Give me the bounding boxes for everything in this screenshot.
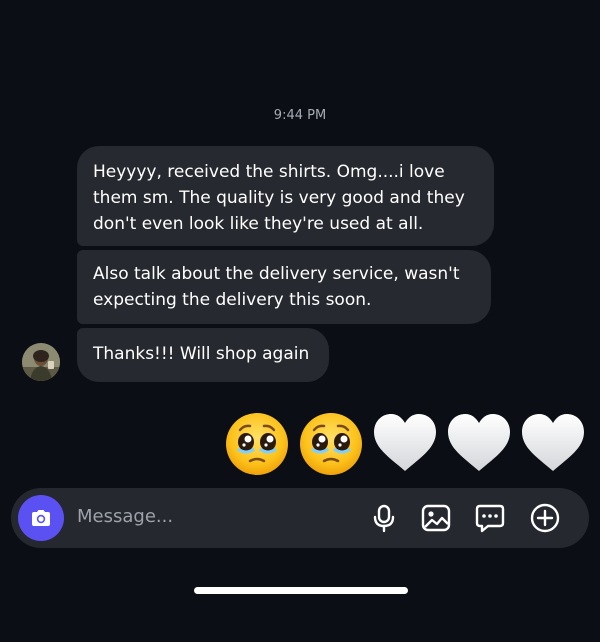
add-icon[interactable]	[529, 502, 561, 534]
message-bubble[interactable]: Thanks!!! Will shop again	[77, 328, 329, 382]
reaction-row[interactable]	[222, 408, 592, 480]
message-bubble[interactable]: Heyyyy, received the shirts. Omg....i lo…	[77, 146, 494, 246]
white-heart-icon	[522, 414, 584, 471]
avatar-photo	[22, 343, 60, 381]
camera-icon	[32, 510, 50, 526]
camera-button[interactable]	[18, 495, 64, 541]
pleading-face-icon	[226, 413, 288, 475]
message-timestamp: 9:44 PM	[273, 108, 327, 123]
microphone-icon[interactable]	[368, 502, 400, 534]
pleading-face-icon	[300, 413, 362, 475]
message-bubble[interactable]: Also talk about the delivery service, wa…	[77, 250, 491, 324]
message-input[interactable]: Message...	[77, 506, 173, 527]
sender-avatar[interactable]	[22, 343, 60, 381]
message-composer: Message...	[11, 488, 589, 548]
gallery-icon[interactable]	[420, 502, 452, 534]
white-heart-icon	[374, 414, 436, 471]
home-indicator[interactable]	[194, 587, 408, 594]
white-heart-icon	[448, 414, 510, 471]
chat-screen: 9:44 PM Heyyyy, received the shirts. Omg…	[0, 0, 600, 642]
sticker-icon[interactable]	[474, 502, 506, 534]
